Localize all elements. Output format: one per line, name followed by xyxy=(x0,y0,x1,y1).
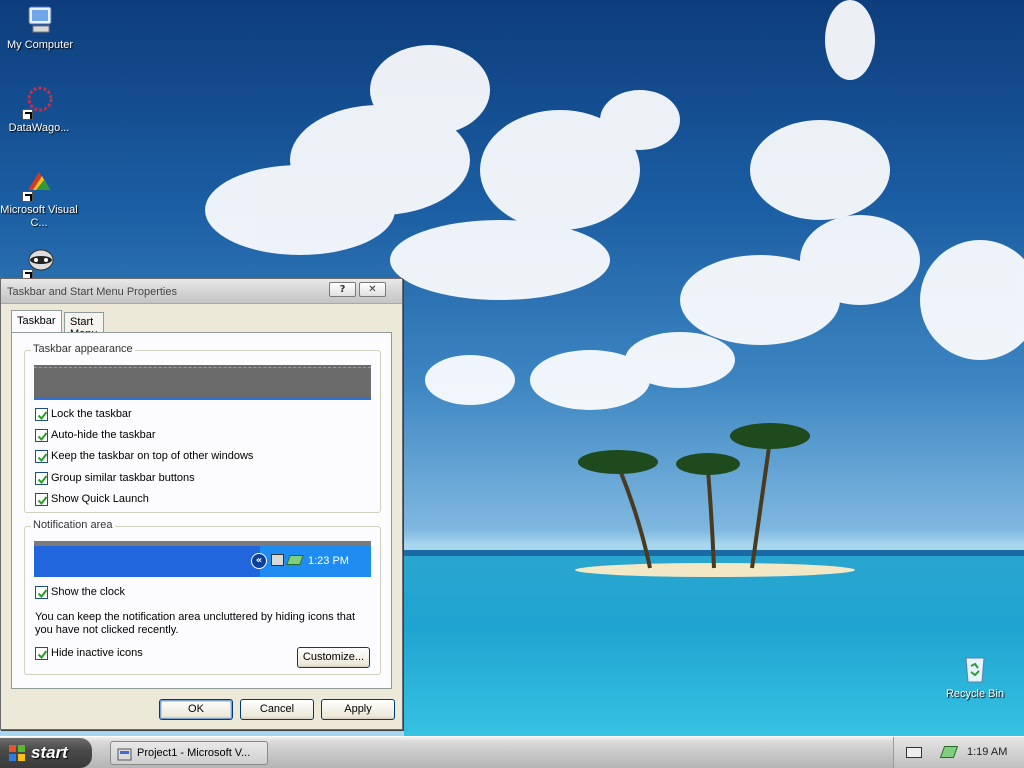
apply-button[interactable]: Apply xyxy=(321,699,395,720)
checkbox-box xyxy=(35,493,48,506)
customize-button[interactable]: Customize... xyxy=(297,647,370,668)
datawagon-icon xyxy=(22,86,56,120)
checkbox-label: Auto-hide the taskbar xyxy=(51,429,156,441)
group-title-appearance: Taskbar appearance xyxy=(31,343,135,355)
taskbar-preview-image xyxy=(34,365,371,400)
checkbox-box xyxy=(35,429,48,442)
preview-dashed-line xyxy=(34,367,371,368)
recycle-bin-icon xyxy=(958,652,992,686)
system-tray: 1:19 AM xyxy=(893,737,1024,768)
desktop-icon-raccoon[interactable] xyxy=(0,246,78,282)
checkbox-label: Keep the taskbar on top of other windows xyxy=(51,450,254,462)
cancel-button[interactable]: Cancel xyxy=(240,699,314,720)
ok-button[interactable]: OK xyxy=(159,699,233,720)
network-icon xyxy=(271,554,284,566)
windows-logo-icon xyxy=(9,745,25,761)
my-computer-icon xyxy=(23,3,57,37)
taskbar: start Project1 - Microsoft V... 1:19 AM xyxy=(0,736,1024,768)
tab-start-menu[interactable]: Start Menu xyxy=(64,312,104,340)
dialog-titlebar[interactable]: Taskbar and Start Menu Properties ? ✕ xyxy=(1,279,402,304)
tab-panel-taskbar: Taskbar appearance Lock the taskbar Auto… xyxy=(11,332,392,689)
preview-clock: 1:23 PM xyxy=(308,555,349,567)
raccoon-icon xyxy=(22,246,56,280)
notification-hint-text: You can keep the notification area unclu… xyxy=(35,611,356,636)
notification-area-group: Notification area « 1:23 PM Show the clo… xyxy=(24,519,381,675)
start-label: start xyxy=(31,743,68,762)
taskbar-item-project1[interactable]: Project1 - Microsoft V... xyxy=(110,741,268,765)
visual-basic-icon xyxy=(117,748,132,761)
desktop-icon-visual-c[interactable]: Microsoft Visual C... xyxy=(0,168,78,230)
visual-c-icon xyxy=(22,168,56,202)
checkbox-box xyxy=(35,472,48,485)
checkbox-label: Lock the taskbar xyxy=(51,408,132,420)
chevron-left-icon: « xyxy=(251,553,267,569)
taskbar-item-label: Project1 - Microsoft V... xyxy=(137,747,251,759)
desktop-icon-datawagon[interactable]: DataWago... xyxy=(0,86,78,135)
safely-remove-hardware-icon[interactable] xyxy=(939,746,959,758)
desktop-icon-my-computer[interactable]: My Computer xyxy=(1,3,79,52)
checkbox-box xyxy=(35,647,48,660)
checkbox-box xyxy=(35,450,48,463)
help-button[interactable]: ? xyxy=(329,282,356,297)
taskbar-properties-dialog: Taskbar and Start Menu Properties ? ✕ Ta… xyxy=(0,278,403,730)
keyboard-icon[interactable] xyxy=(906,747,922,758)
desktop-icon-label: Microsoft Visual C... xyxy=(0,204,78,229)
checkbox-label: Show the clock xyxy=(51,586,125,598)
tab-taskbar[interactable]: Taskbar xyxy=(11,310,62,332)
checkbox-box xyxy=(35,586,48,599)
desktop-icon-recycle-bin[interactable]: Recycle Bin xyxy=(936,652,1014,701)
desktop-icon-label: DataWago... xyxy=(8,122,70,134)
checkbox-label: Show Quick Launch xyxy=(51,493,149,505)
help-icon: ? xyxy=(339,284,346,295)
close-button[interactable]: ✕ xyxy=(359,282,386,297)
checkbox-box xyxy=(35,408,48,421)
group-title-notification: Notification area xyxy=(31,519,115,531)
taskbar-clock[interactable]: 1:19 AM xyxy=(967,746,1007,758)
desktop-icon-label: My Computer xyxy=(6,39,74,51)
taskbar-appearance-group: Taskbar appearance Lock the taskbar Auto… xyxy=(24,343,381,513)
checkbox-label: Hide inactive icons xyxy=(51,647,143,659)
checkbox-label: Group similar taskbar buttons xyxy=(51,472,195,484)
close-icon: ✕ xyxy=(368,284,377,295)
start-button[interactable]: start xyxy=(0,738,92,768)
desktop-icon-label: Recycle Bin xyxy=(945,688,1005,700)
dialog-title: Taskbar and Start Menu Properties xyxy=(7,286,177,298)
notification-preview-image: « 1:23 PM xyxy=(34,541,371,577)
